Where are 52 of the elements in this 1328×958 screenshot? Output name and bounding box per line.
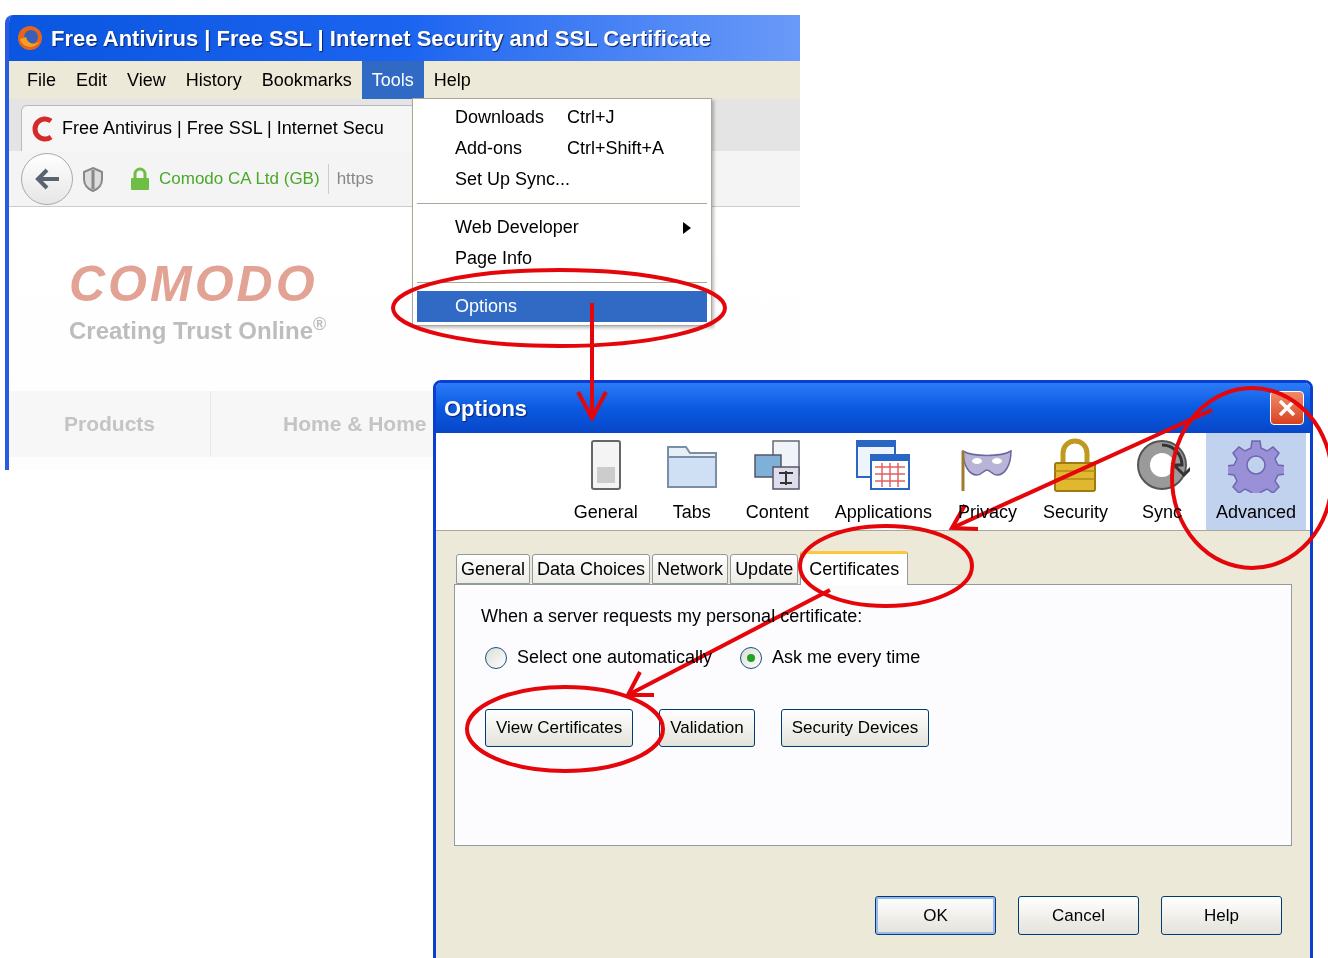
menu-bar-item[interactable]: Edit	[66, 61, 118, 99]
menu-item[interactable]: Downloads Ctrl+J	[417, 102, 707, 133]
site-identity: Comodo CA Ltd (GB)	[159, 167, 320, 190]
prompt-text: When a server requests my personal certificate:	[481, 605, 863, 628]
menu-bar-item[interactable]: History	[175, 61, 252, 99]
back-button[interactable]	[21, 152, 73, 205]
radio-option[interactable]: Ask me every time	[740, 644, 921, 671]
pane-tab[interactable]: General	[563, 433, 648, 530]
pane-tab[interactable]: Security	[1032, 433, 1118, 530]
menu-bar-item[interactable]: View	[117, 61, 176, 99]
sub-tab[interactable]: General	[456, 554, 531, 584]
browser-logo-icon	[17, 25, 43, 51]
shortcut-text: Ctrl+J	[567, 106, 615, 129]
back-arrow-icon	[33, 166, 61, 191]
menu-item[interactable]: Options	[417, 291, 707, 322]
sub-tab[interactable]: Update	[730, 554, 799, 584]
gear-icon	[1227, 437, 1284, 493]
pane-tab[interactable]: Applications	[824, 433, 942, 530]
action-button[interactable]: Security Devices	[780, 709, 930, 747]
shortcut-text: Ctrl+Shift+A	[567, 137, 665, 160]
sub-tab[interactable]: Data Choices	[532, 554, 651, 584]
menu-item[interactable]: Add-ons Ctrl+Shift+A	[417, 133, 707, 164]
submenu-arrow-icon	[683, 221, 691, 234]
action-button[interactable]: View Certificates	[485, 709, 634, 747]
menu-bar-item[interactable]: Help	[423, 61, 481, 99]
menu-item[interactable]: Set Up Sync...	[417, 164, 707, 195]
pane-tab[interactable]: Advanced	[1205, 433, 1306, 530]
window-title: Free Antivirus | Free SSL | Internet Security and SSL Certificate	[51, 24, 711, 53]
sub-tab[interactable]: Certificates	[800, 551, 909, 585]
radio-button[interactable]	[740, 646, 763, 669]
menu-bar-item[interactable]: Tools	[361, 61, 424, 99]
dialog-button[interactable]: OK	[875, 896, 996, 935]
action-button[interactable]: Validation	[659, 709, 755, 747]
menu-item[interactable]: Web Developer	[417, 212, 707, 243]
close-icon	[1278, 399, 1296, 417]
padlock-icon	[129, 166, 151, 191]
url-text: https	[336, 167, 374, 190]
menu-item[interactable]: Page Info	[417, 243, 707, 274]
radio-button[interactable]	[485, 646, 507, 669]
menu-bar-item[interactable]: File	[17, 61, 66, 99]
pane-tab[interactable]: Content	[735, 433, 819, 530]
sub-tab[interactable]: Network	[652, 554, 729, 584]
company-logo: COMODO	[69, 259, 318, 309]
dialog-button[interactable]: Help	[1161, 896, 1282, 935]
tab-title: Free Antivirus | Free SSL | Internet Secu	[62, 117, 384, 140]
windows-grid-icon	[855, 437, 912, 493]
menu-bar-item[interactable]: Bookmarks	[251, 61, 362, 99]
shield-icon	[81, 165, 105, 192]
site-logo-icon	[30, 115, 54, 142]
dialog-button[interactable]: Cancel	[1018, 896, 1139, 935]
pane-tab[interactable]: Tabs	[653, 433, 730, 530]
logo-tagline: Creating Trust Online$^{®}$	[69, 313, 327, 346]
